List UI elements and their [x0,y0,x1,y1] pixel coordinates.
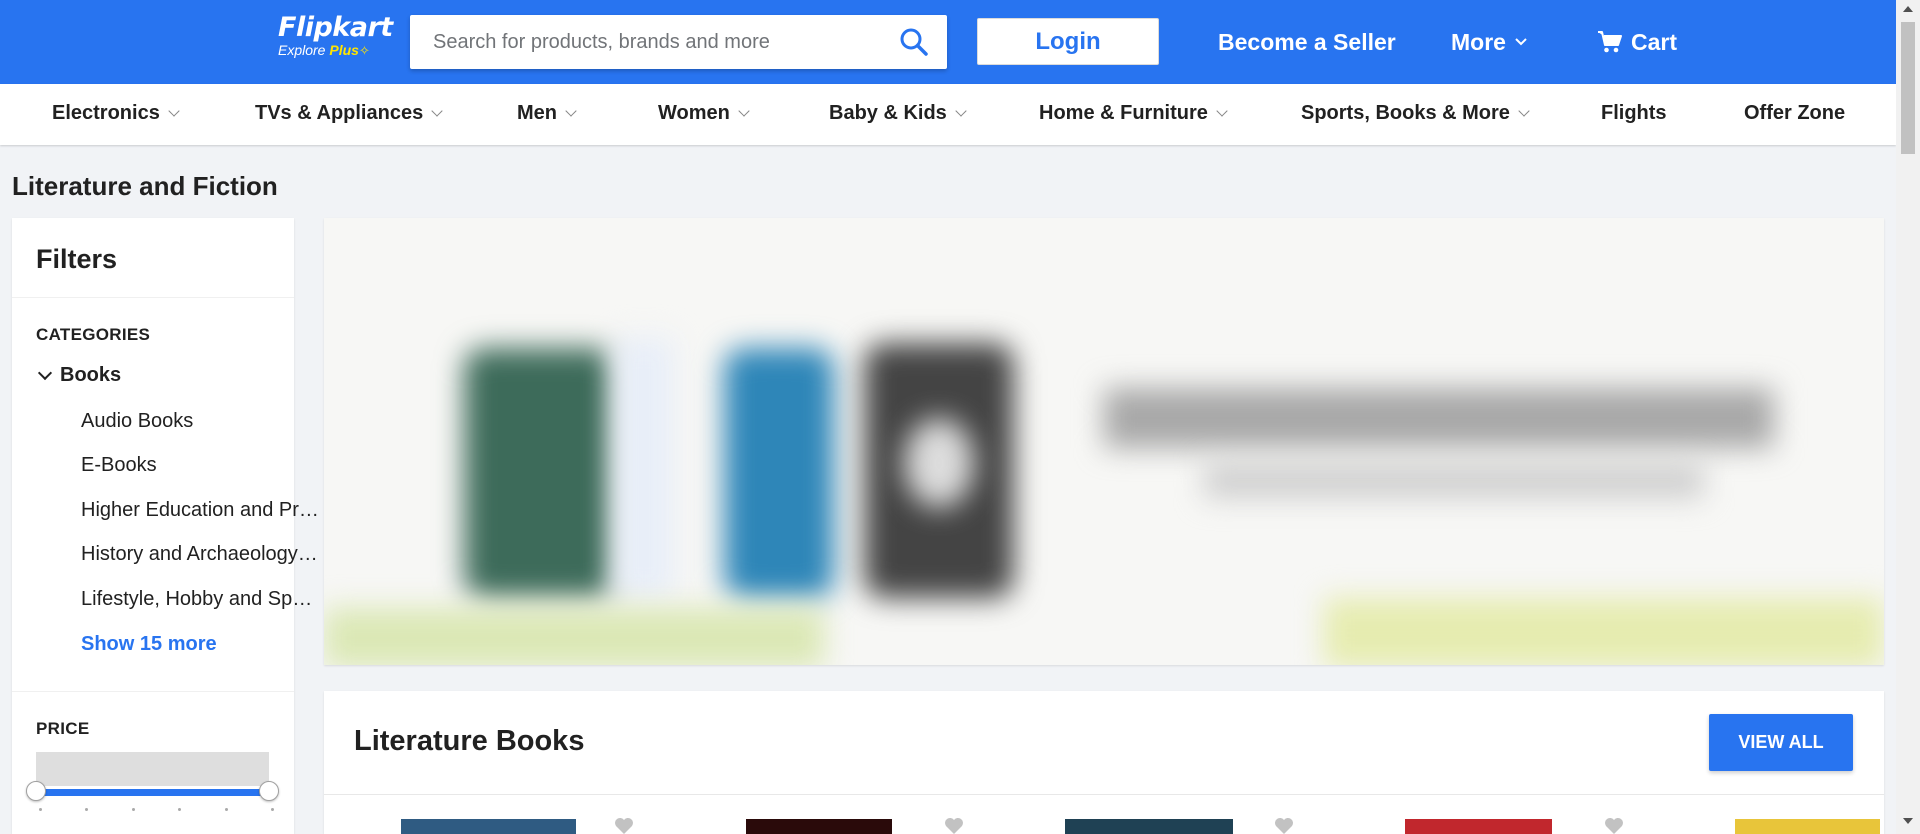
more-menu[interactable]: More [1451,24,1528,60]
chevron-down-icon [1216,104,1228,117]
subcategory-item[interactable]: History and Archaeology Books [81,543,321,566]
book-cover[interactable] [1735,819,1880,834]
subcategory-item[interactable]: Lifestyle, Hobby and Sport Books [81,588,321,611]
filters-title: Filters [36,244,118,274]
search-box [410,15,947,69]
banner-footer-strip [324,608,824,665]
chevron-down-icon [1515,38,1527,46]
nav-item-label: Flights [1601,102,1667,124]
price-slider-track[interactable] [36,789,269,796]
price-heading: PRICE [36,719,90,738]
subcategory-item[interactable]: Higher Education and Professional Books [81,499,321,522]
search-input[interactable] [410,15,890,69]
book-cover[interactable] [1065,819,1233,834]
logo-subtitle: Explore Plus✧ [278,42,398,59]
cart-icon [1598,31,1622,53]
page-scrollbar[interactable] [1896,0,1920,834]
nav-item-label: Sports, Books & More [1301,102,1510,124]
book-cover[interactable] [746,819,892,834]
book-cover[interactable] [1405,819,1552,834]
slider-tick [85,808,88,811]
category-books[interactable]: Books [36,364,121,387]
chevron-down-icon [1518,104,1530,117]
become-seller-label: Become a Seller [1218,29,1396,55]
nav-item-women[interactable]: Women [658,102,750,125]
slider-tick [271,808,274,811]
scrollbar-thumb[interactable] [1901,22,1915,154]
chevron-down-icon [431,104,443,117]
search-button[interactable] [899,27,929,57]
view-all-button[interactable]: VIEW ALL [1709,714,1853,771]
slider-tick [39,808,42,811]
nav-item-home-furniture[interactable]: Home & Furniture [1039,102,1228,125]
top-header: Flipkart Explore Plus✧ Login Become a Se… [0,0,1896,84]
subcategory-item[interactable]: Audio Books [81,410,321,433]
banner-book-1 [464,348,614,598]
promo-banner[interactable] [324,218,1884,665]
nav-item-label: Offer Zone [1744,102,1846,124]
nav-item-offer-zone[interactable]: Offer Zone [1744,102,1845,125]
nav-item-men[interactable]: Men [517,102,577,125]
nav-item-label: Men [517,102,557,124]
scroll-up-arrow[interactable] [1903,6,1913,12]
plus-star-icon: ✧ [358,43,370,58]
nav-item-sports-books[interactable]: Sports, Books & More [1301,102,1530,125]
nav-item-electronics[interactable]: Electronics [52,102,180,125]
nav-item-tvs-appliances[interactable]: TVs & Appliances [255,102,443,125]
cart-link[interactable]: Cart [1597,24,1677,60]
categories-heading: CATEGORIES [36,325,151,344]
nav-item-label: Electronics [52,102,160,124]
banner-subline [1204,463,1704,498]
nav-item-label: Home & Furniture [1039,102,1208,124]
nav-item-label: Baby & Kids [829,102,947,124]
slider-tick [225,808,228,811]
logo-sub-explore: Explore [278,42,326,58]
heart-icon[interactable] [1603,815,1625,834]
price-histogram [36,752,269,786]
logo-sub-plus: Plus [329,42,359,58]
section-title: Literature Books [354,725,585,757]
chevron-down-icon [37,365,53,380]
subcategory-item[interactable]: E-Books [81,454,321,477]
book-cover[interactable] [401,819,576,834]
show-more-link[interactable]: Show 15 more [81,633,217,656]
heart-icon[interactable] [613,815,635,834]
become-seller-link[interactable]: Become a Seller [1218,24,1396,60]
literature-books-section: Literature Books VIEW ALL [324,691,1884,834]
category-books-label: Books [60,364,122,386]
heart-icon[interactable] [1273,815,1295,834]
flipkart-logo[interactable]: Flipkart Explore Plus✧ [278,12,398,59]
chevron-down-icon [955,104,967,117]
page-title: Literature and Fiction [12,171,278,201]
banner-book-gap [614,338,674,598]
nav-item-label: TVs & Appliances [255,102,424,124]
nav-item-baby-kids[interactable]: Baby & Kids [829,102,967,125]
nav-item-flights[interactable]: Flights [1601,102,1667,125]
category-nav: Electronics TVs & Appliances Men Women B… [0,84,1896,145]
logo-text: Flipkart [278,12,393,43]
banner-book-3-detail [904,418,974,508]
chevron-down-icon [565,104,577,117]
login-button[interactable]: Login [977,18,1159,65]
chevron-down-icon [168,104,180,117]
chevron-down-icon [738,104,750,117]
divider [12,691,294,692]
banner-footer-strip [1324,598,1884,665]
nav-item-label: Women [658,102,730,124]
price-slider-min-handle[interactable] [26,781,46,801]
heart-icon[interactable] [943,815,965,834]
filters-panel: Filters CATEGORIES Books Audio Books E-B… [12,218,321,834]
search-icon [900,28,928,56]
cart-label: Cart [1631,29,1678,55]
banner-book-2 [724,348,834,598]
divider [324,794,1884,795]
slider-tick [132,808,135,811]
banner-headline [1104,388,1774,448]
slider-tick [178,808,181,811]
scroll-down-arrow[interactable] [1903,818,1913,824]
more-label: More [1451,29,1506,55]
divider [12,297,294,298]
price-slider-max-handle[interactable] [259,781,279,801]
